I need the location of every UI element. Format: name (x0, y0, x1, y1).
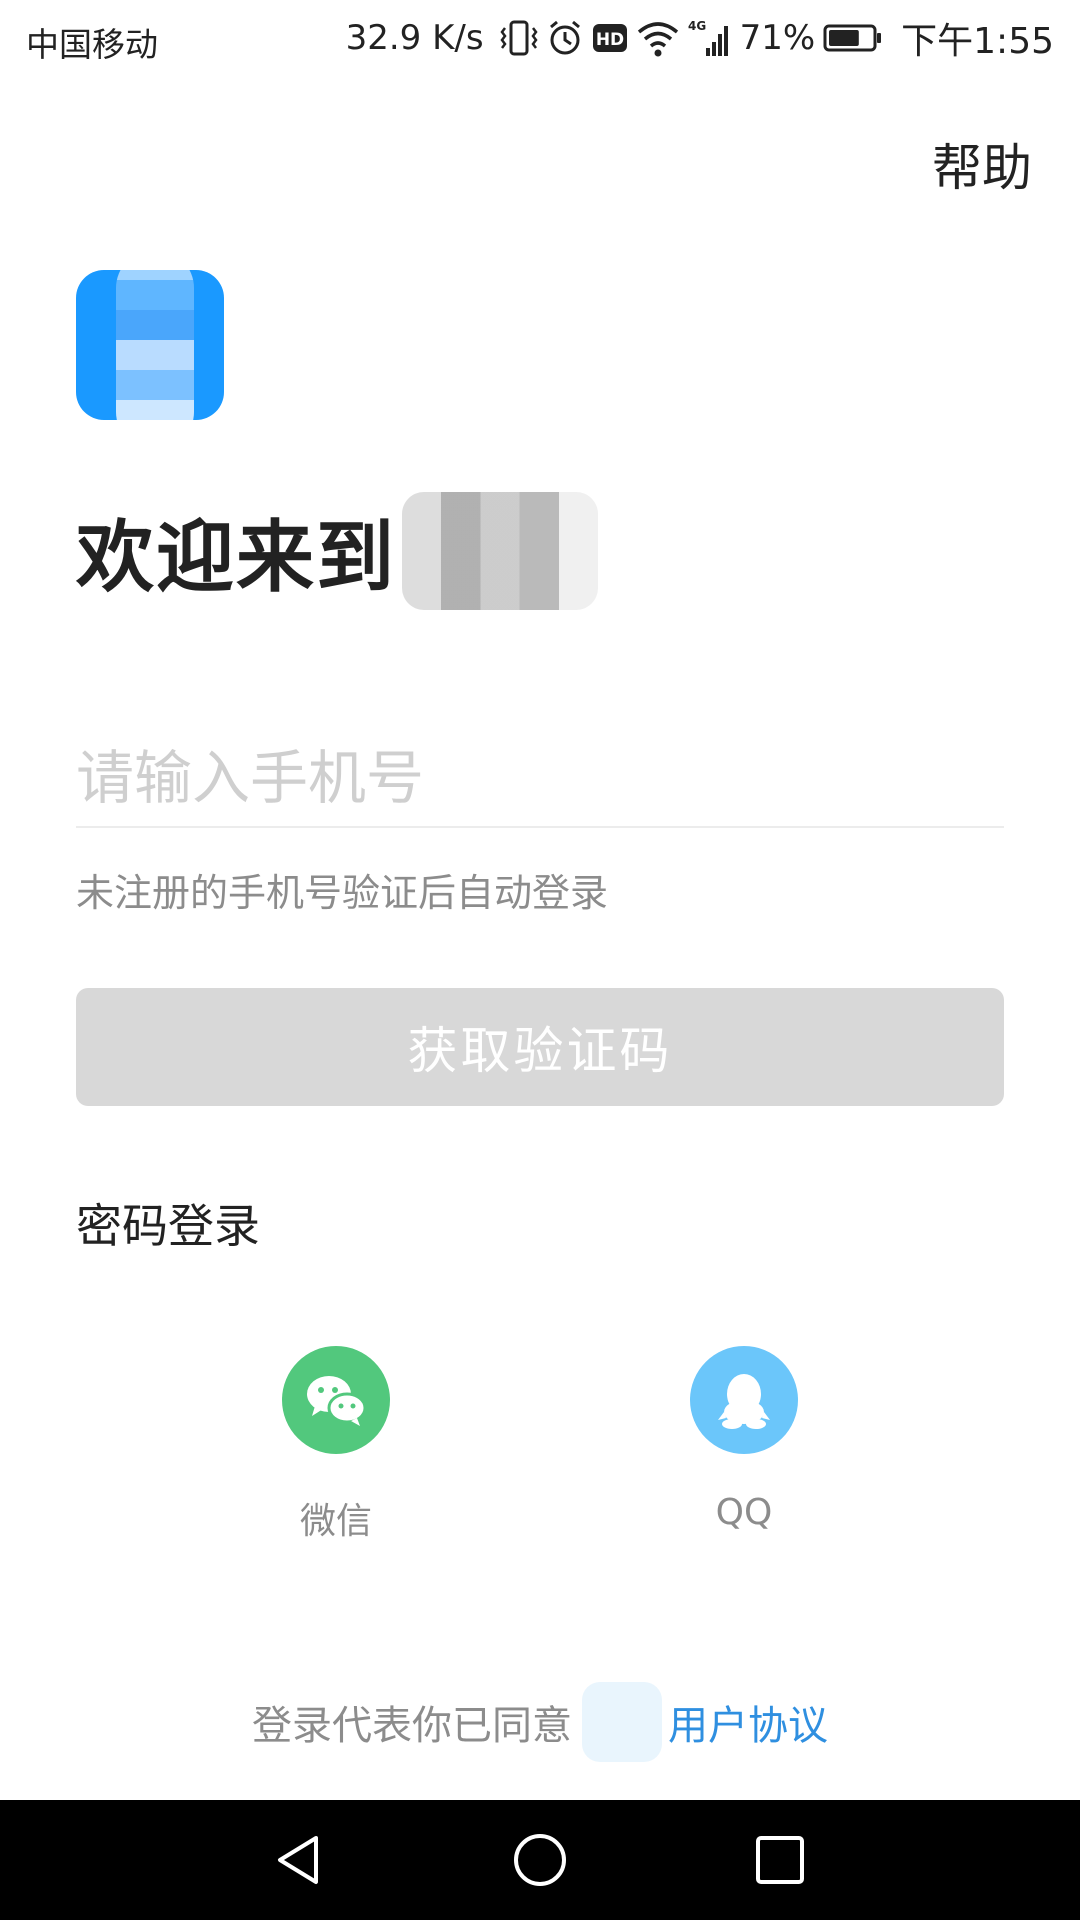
qq-icon[interactable] (690, 1346, 798, 1454)
user-agreement-link[interactable]: 用户协议 (668, 1693, 828, 1751)
app-name-blurred (402, 492, 599, 610)
auto-register-hint: 未注册的手机号验证后自动登录 (76, 871, 609, 915)
alarm-icon (546, 18, 584, 58)
qq-login-button[interactable]: QQ (674, 1346, 814, 1533)
back-icon[interactable] (270, 1830, 330, 1890)
hd-badge-text: HD (595, 30, 623, 50)
agreement-text: 登录代表你已同意 用户协议 (0, 1682, 1080, 1762)
wechat-login-button[interactable]: 微信 (266, 1346, 406, 1544)
vibrate-icon (500, 18, 538, 58)
status-indicators: 32.9 K/s HD 4G 71% 下午1:55 (346, 14, 1054, 62)
password-login-link[interactable]: 密码登录 (76, 1190, 260, 1256)
logo-mosaic (116, 270, 194, 420)
get-verification-code-button[interactable]: 获取验证码 (76, 988, 1004, 1106)
battery-icon (823, 22, 883, 54)
network-type-text: 4G (688, 19, 706, 33)
qq-label: QQ (715, 1492, 773, 1533)
login-screen: 中国移动 32.9 K/s HD 4G 71% 下午1:55 帮助 欢迎来到 请… (0, 0, 1080, 1920)
wechat-icon[interactable] (282, 1346, 390, 1454)
recent-apps-icon[interactable] (750, 1830, 810, 1890)
system-navigation-bar (0, 1800, 1080, 1920)
welcome-row: 欢迎来到 (76, 492, 599, 610)
wechat-label: 微信 (299, 1501, 372, 1542)
agreement-prefix: 登录代表你已同意 (252, 1703, 572, 1749)
help-button[interactable]: 帮助 (932, 128, 1032, 200)
welcome-title: 欢迎来到 (76, 513, 397, 603)
carrier-label: 中国移动 (26, 25, 158, 64)
battery-percent: 71% (739, 18, 816, 58)
clock: 下午1:55 (901, 21, 1054, 62)
hd-icon: HD (592, 22, 628, 54)
app-logo (76, 270, 224, 420)
phone-number-input[interactable] (76, 730, 1004, 828)
network-speed: 32.9 K/s (345, 18, 484, 58)
signal-icon: 4G (688, 18, 732, 58)
app-name-blurred-small (582, 1682, 662, 1762)
wifi-icon (636, 18, 680, 58)
home-icon[interactable] (510, 1830, 570, 1890)
status-bar: 中国移动 32.9 K/s HD 4G 71% 下午1:55 (0, 0, 1080, 76)
